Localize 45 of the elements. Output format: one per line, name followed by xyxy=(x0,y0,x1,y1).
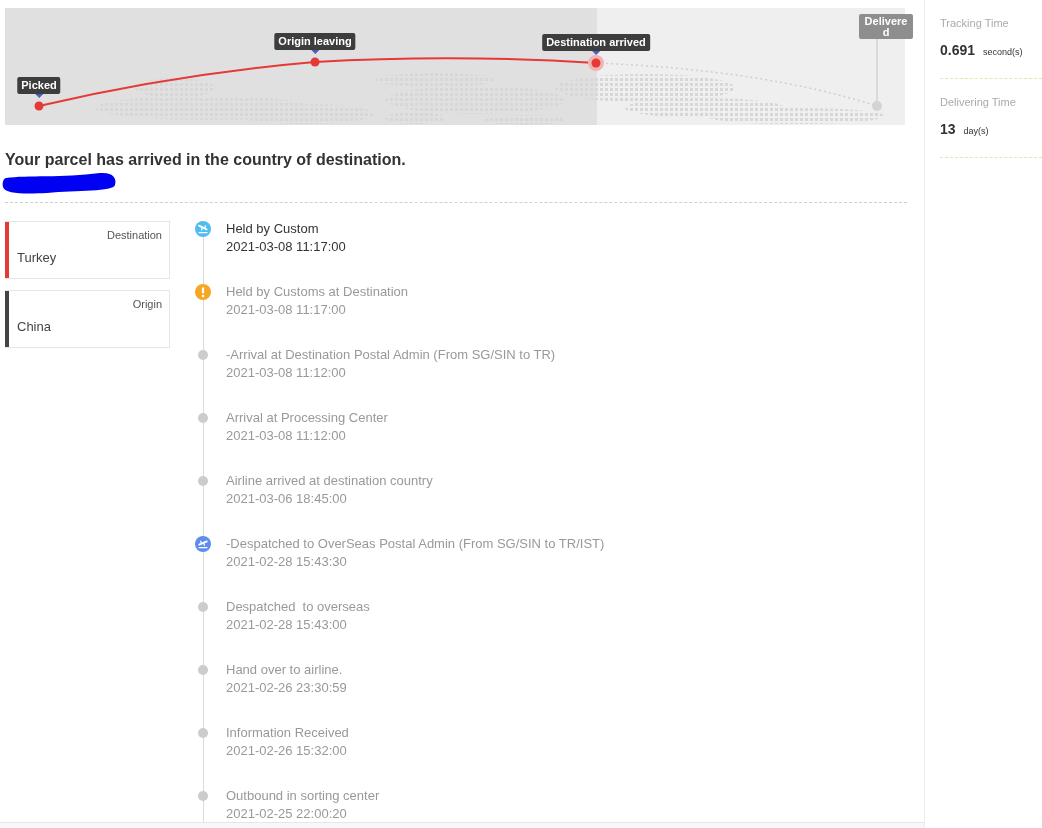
status-dot-icon xyxy=(198,665,208,675)
status-dot-icon xyxy=(198,350,208,360)
plane-landing-icon xyxy=(195,221,211,237)
stat-value: 0.691 xyxy=(940,41,976,59)
country-name: Turkey xyxy=(17,250,58,266)
event-time: 2021-02-26 15:32:00 xyxy=(226,742,348,759)
event-title: -Arrival at Destination Postal Admin (From SG/SIN to TR) xyxy=(226,346,557,364)
country-name: China xyxy=(17,319,52,335)
status-dot-icon xyxy=(198,791,208,801)
event-time: 2021-03-08 11:17:00 xyxy=(226,238,347,255)
event-title: Airline arrived at destination country xyxy=(226,472,434,490)
place-role-label: Destination xyxy=(105,228,162,242)
stat-value: 13 xyxy=(940,120,956,138)
stat-label: Delivering Time xyxy=(940,95,1017,109)
event-time: 2021-03-08 11:12:00 xyxy=(226,427,347,444)
event-time: 2021-03-08 11:12:00 xyxy=(226,364,347,381)
event-title: -Despatched to OverSeas Postal Admin (From SG/SIN to TR/IST) xyxy=(226,535,606,553)
stop-label: Destination arrived xyxy=(542,34,650,55)
stop-label: Picked xyxy=(17,77,61,98)
event-time: 2021-02-26 23:30:59 xyxy=(226,679,348,696)
event-title: Despatched to overseas xyxy=(226,598,371,616)
event-time: 2021-03-06 18:45:00 xyxy=(226,490,348,507)
event-title: Held by Customs at Destination xyxy=(226,283,410,301)
stat-unit: day(s) xyxy=(963,125,989,138)
event-title: Arrival at Processing Center xyxy=(226,409,389,427)
plane-takeoff-icon xyxy=(195,536,211,552)
stat-unit: second(s) xyxy=(983,46,1023,59)
status-dot-icon xyxy=(198,413,208,423)
event-time: 2021-03-08 11:17:00 xyxy=(226,301,347,318)
status-dot-icon xyxy=(198,476,208,486)
place-role-label: Origin xyxy=(131,297,162,311)
status-headline: Your parcel has arrived in the country of destination. xyxy=(5,150,407,170)
warning-icon xyxy=(195,284,211,300)
event-title: Held by Custom xyxy=(226,220,320,238)
event-title: Hand over to airline. xyxy=(226,661,344,679)
event-title: Outbound in sorting center xyxy=(226,787,381,805)
stat-label: Tracking Time xyxy=(940,16,1010,30)
stop-label: Origin leaving xyxy=(274,33,356,54)
status-dot-icon xyxy=(198,602,208,612)
event-time: 2021-02-28 15:43:30 xyxy=(226,553,348,570)
event-title: Information Received xyxy=(226,724,350,742)
event-time: 2021-02-28 15:43:00 xyxy=(226,616,348,633)
event-time: 2021-02-25 22:00:20 xyxy=(226,805,348,822)
status-dot-icon xyxy=(198,728,208,738)
stop-label: Delivered xyxy=(859,14,913,39)
